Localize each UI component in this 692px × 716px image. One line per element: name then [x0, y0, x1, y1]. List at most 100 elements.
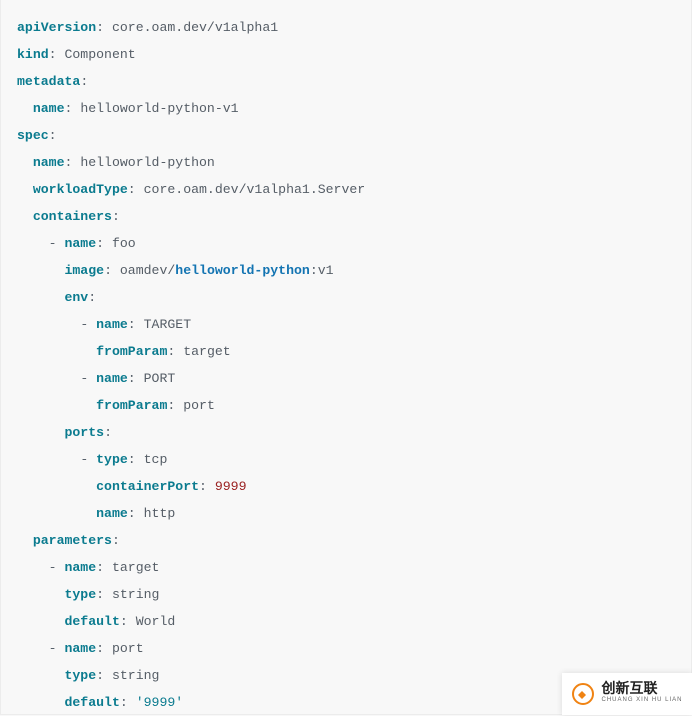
code-line: name: http — [17, 500, 675, 527]
token-punct: : — [128, 182, 144, 197]
code-line: kind: Component — [17, 41, 675, 68]
token-key: apiVersion — [17, 20, 96, 35]
code-line: - name: foo — [17, 230, 675, 257]
token-key: containers — [33, 209, 112, 224]
token-punct — [17, 479, 96, 494]
token-num: 9999 — [215, 479, 247, 494]
token-punct — [17, 371, 80, 386]
token-punct: : — [96, 236, 112, 251]
token-punct: : — [112, 209, 120, 224]
token-key: name — [33, 155, 65, 170]
code-line: apiVersion: core.oam.dev/v1alpha1 — [17, 14, 675, 41]
token-key: default — [64, 695, 119, 710]
token-key: containerPort — [96, 479, 199, 494]
token-key: metadata — [17, 74, 80, 89]
token-punct — [17, 614, 64, 629]
logo-mark-icon — [571, 682, 595, 706]
token-punct: : — [96, 560, 112, 575]
token-key: kind — [17, 47, 49, 62]
token-str: core.oam.dev/v1alpha1 — [112, 20, 278, 35]
token-str: string — [112, 668, 159, 683]
token-str: foo — [112, 236, 136, 251]
token-dash: - — [80, 371, 96, 386]
logo-text: 创新互联 CHUANG XIN HU LIAN — [601, 682, 682, 706]
token-punct — [17, 317, 80, 332]
token-punct: : — [49, 128, 57, 143]
token-punct — [17, 533, 33, 548]
token-punct: : — [128, 371, 144, 386]
token-punct — [17, 182, 33, 197]
token-quoted: '9999' — [136, 695, 183, 710]
token-key: name — [96, 506, 128, 521]
token-punct: : — [96, 20, 112, 35]
logo-pinyin: CHUANG XIN HU LIAN — [601, 694, 682, 706]
code-line: env: — [17, 284, 675, 311]
code-line: metadata: — [17, 68, 675, 95]
code-line: ports: — [17, 419, 675, 446]
token-punct — [17, 452, 80, 467]
code-line: workloadType: core.oam.dev/v1alpha1.Serv… — [17, 176, 675, 203]
token-str: helloworld-python-v1 — [80, 101, 238, 116]
token-punct — [17, 668, 64, 683]
token-key: type — [64, 668, 96, 683]
code-line: image: oamdev/helloworld-python:v1 — [17, 257, 675, 284]
token-str: target — [112, 560, 159, 575]
token-punct: : — [120, 614, 136, 629]
token-dash: - — [49, 641, 65, 656]
token-punct — [17, 506, 96, 521]
token-dash: - — [80, 317, 96, 332]
token-str: http — [144, 506, 176, 521]
token-key: fromParam — [96, 344, 167, 359]
token-punct — [17, 587, 64, 602]
token-str: port — [183, 398, 215, 413]
code-line: fromParam: port — [17, 392, 675, 419]
token-key: spec — [17, 128, 49, 143]
token-punct — [17, 236, 49, 251]
token-dash: - — [49, 560, 65, 575]
token-key: parameters — [33, 533, 112, 548]
token-str: PORT — [144, 371, 176, 386]
token-key: image — [64, 263, 104, 278]
code-block: apiVersion: core.oam.dev/v1alpha1kind: C… — [0, 0, 692, 715]
token-str: core.oam.dev/v1alpha1.Server — [144, 182, 366, 197]
token-key: type — [64, 587, 96, 602]
token-str: oamdev/ — [120, 263, 175, 278]
token-punct: : — [128, 452, 144, 467]
code-line: parameters: — [17, 527, 675, 554]
code-line: - name: target — [17, 554, 675, 581]
token-punct — [17, 155, 33, 170]
token-punct — [17, 209, 33, 224]
token-key: name — [33, 101, 65, 116]
code-line: - type: tcp — [17, 446, 675, 473]
token-str: tcp — [144, 452, 168, 467]
code-line: containers: — [17, 203, 675, 230]
token-key: name — [64, 236, 96, 251]
token-str: v1 — [318, 263, 334, 278]
token-punct: : — [199, 479, 215, 494]
token-punct: : — [167, 344, 183, 359]
token-punct: : — [120, 695, 136, 710]
token-strB: helloworld-python — [175, 263, 310, 278]
code-line: spec: — [17, 122, 675, 149]
token-punct — [17, 290, 64, 305]
token-punct — [17, 398, 96, 413]
token-key: name — [64, 560, 96, 575]
token-punct: : — [167, 398, 183, 413]
code-line: type: string — [17, 581, 675, 608]
token-key: type — [96, 452, 128, 467]
token-punct: : — [49, 47, 65, 62]
token-punct — [17, 641, 49, 656]
code-line: - name: port — [17, 635, 675, 662]
token-punct: : — [96, 587, 112, 602]
token-str: string — [112, 587, 159, 602]
watermark-logo: 创新互联 CHUANG XIN HU LIAN — [562, 673, 692, 715]
code-line: - name: TARGET — [17, 311, 675, 338]
code-line: name: helloworld-python-v1 — [17, 95, 675, 122]
token-key: name — [96, 317, 128, 332]
token-key: fromParam — [96, 398, 167, 413]
token-punct: : — [128, 506, 144, 521]
token-punct: : — [104, 425, 112, 440]
code-line: name: helloworld-python — [17, 149, 675, 176]
token-punct: : — [96, 668, 112, 683]
token-key: env — [64, 290, 88, 305]
